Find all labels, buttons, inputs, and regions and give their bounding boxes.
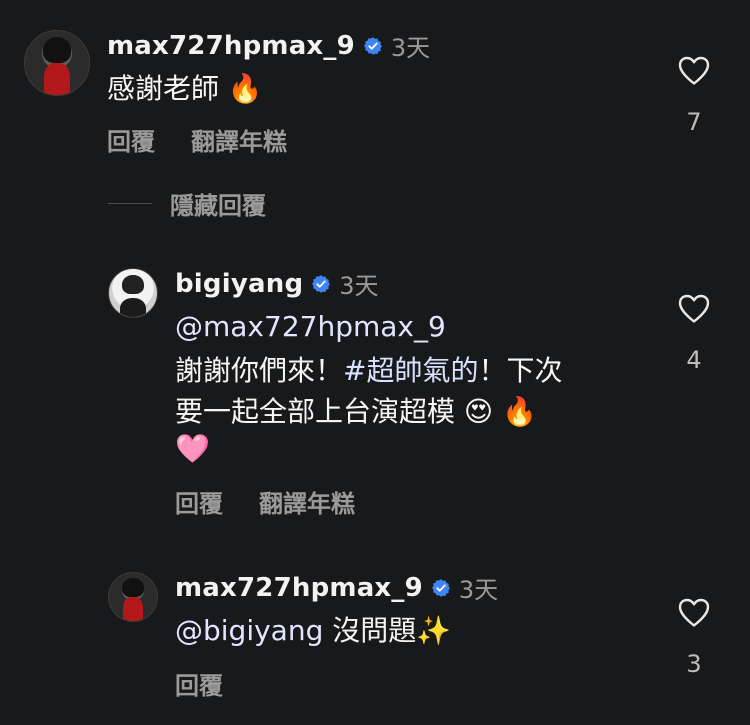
comment-header: max727hpmax_9 3天 <box>107 28 430 63</box>
comment-text-line-2: 要一起全部上台演超模 😍 🔥 <box>175 391 537 432</box>
comment-header: bigiyang 3天 <box>175 266 379 301</box>
comment-text: 感謝老師 🔥 <box>107 68 263 109</box>
username[interactable]: max727hpmax_9 <box>175 573 423 603</box>
username[interactable]: bigiyang <box>175 269 303 299</box>
comment-body: ！下次 <box>478 354 563 387</box>
comment-actions: 回覆 <box>175 666 223 701</box>
comment-text: @bigiyang 沒問題✨ <box>175 610 451 651</box>
verified-badge-icon <box>363 36 382 55</box>
heart-eyes-fire-emoji: 😍 🔥 <box>463 395 537 428</box>
sparkles-emoji: ✨ <box>416 614 452 647</box>
hashtag-link[interactable]: #超帥氣的 <box>343 354 478 387</box>
verified-badge-icon <box>431 578 450 597</box>
heart-icon[interactable] <box>678 598 710 628</box>
reply-button[interactable]: 回覆 <box>107 122 155 157</box>
avatar[interactable] <box>24 30 90 96</box>
comment-body: 謝謝你們來！ <box>175 354 344 387</box>
fire-emoji: 🔥 <box>227 72 263 105</box>
comment-actions: 回覆 翻譯年糕 <box>107 122 287 157</box>
timestamp: 3天 <box>339 272 379 300</box>
comment-actions: 回覆 翻譯年糕 <box>175 484 355 519</box>
translate-button[interactable]: 翻譯年糕 <box>259 484 355 519</box>
heart-icon[interactable] <box>678 294 710 324</box>
reply-button[interactable]: 回覆 <box>175 666 223 701</box>
avatar[interactable] <box>108 268 158 318</box>
hide-replies-row[interactable]: 隱藏回覆 <box>108 186 266 221</box>
hide-replies-button[interactable]: 隱藏回覆 <box>170 186 266 221</box>
comment-header: max727hpmax_9 3天 <box>175 570 498 605</box>
comment-text-line-mention: @max727hpmax_9 <box>175 306 446 347</box>
mention-link[interactable]: @bigiyang <box>175 614 323 647</box>
pink-heart-emoji: 🩷 <box>175 432 210 465</box>
comment-body: 感謝老師 <box>107 72 220 105</box>
avatar[interactable] <box>108 572 158 622</box>
comment-text-line-1: 謝謝你們來！#超帥氣的！下次 <box>175 350 563 391</box>
comment-body: 要一起全部上台演超模 <box>175 395 456 428</box>
timestamp: 3天 <box>458 576 499 604</box>
verified-badge-icon <box>312 274 331 293</box>
like-count: 3 <box>686 650 702 678</box>
comment-body: 沒問題 <box>332 614 417 647</box>
timestamp: 3天 <box>390 34 431 62</box>
divider-line <box>108 203 152 204</box>
like-count: 7 <box>686 108 702 136</box>
reply-button[interactable]: 回覆 <box>175 484 223 519</box>
translate-button[interactable]: 翻譯年糕 <box>191 122 287 157</box>
heart-icon[interactable] <box>678 56 710 86</box>
mention-link[interactable]: @max727hpmax_9 <box>175 310 446 343</box>
username[interactable]: max727hpmax_9 <box>107 31 355 61</box>
like-count: 4 <box>686 346 702 374</box>
comment-text-line-3: 🩷 <box>175 428 210 469</box>
